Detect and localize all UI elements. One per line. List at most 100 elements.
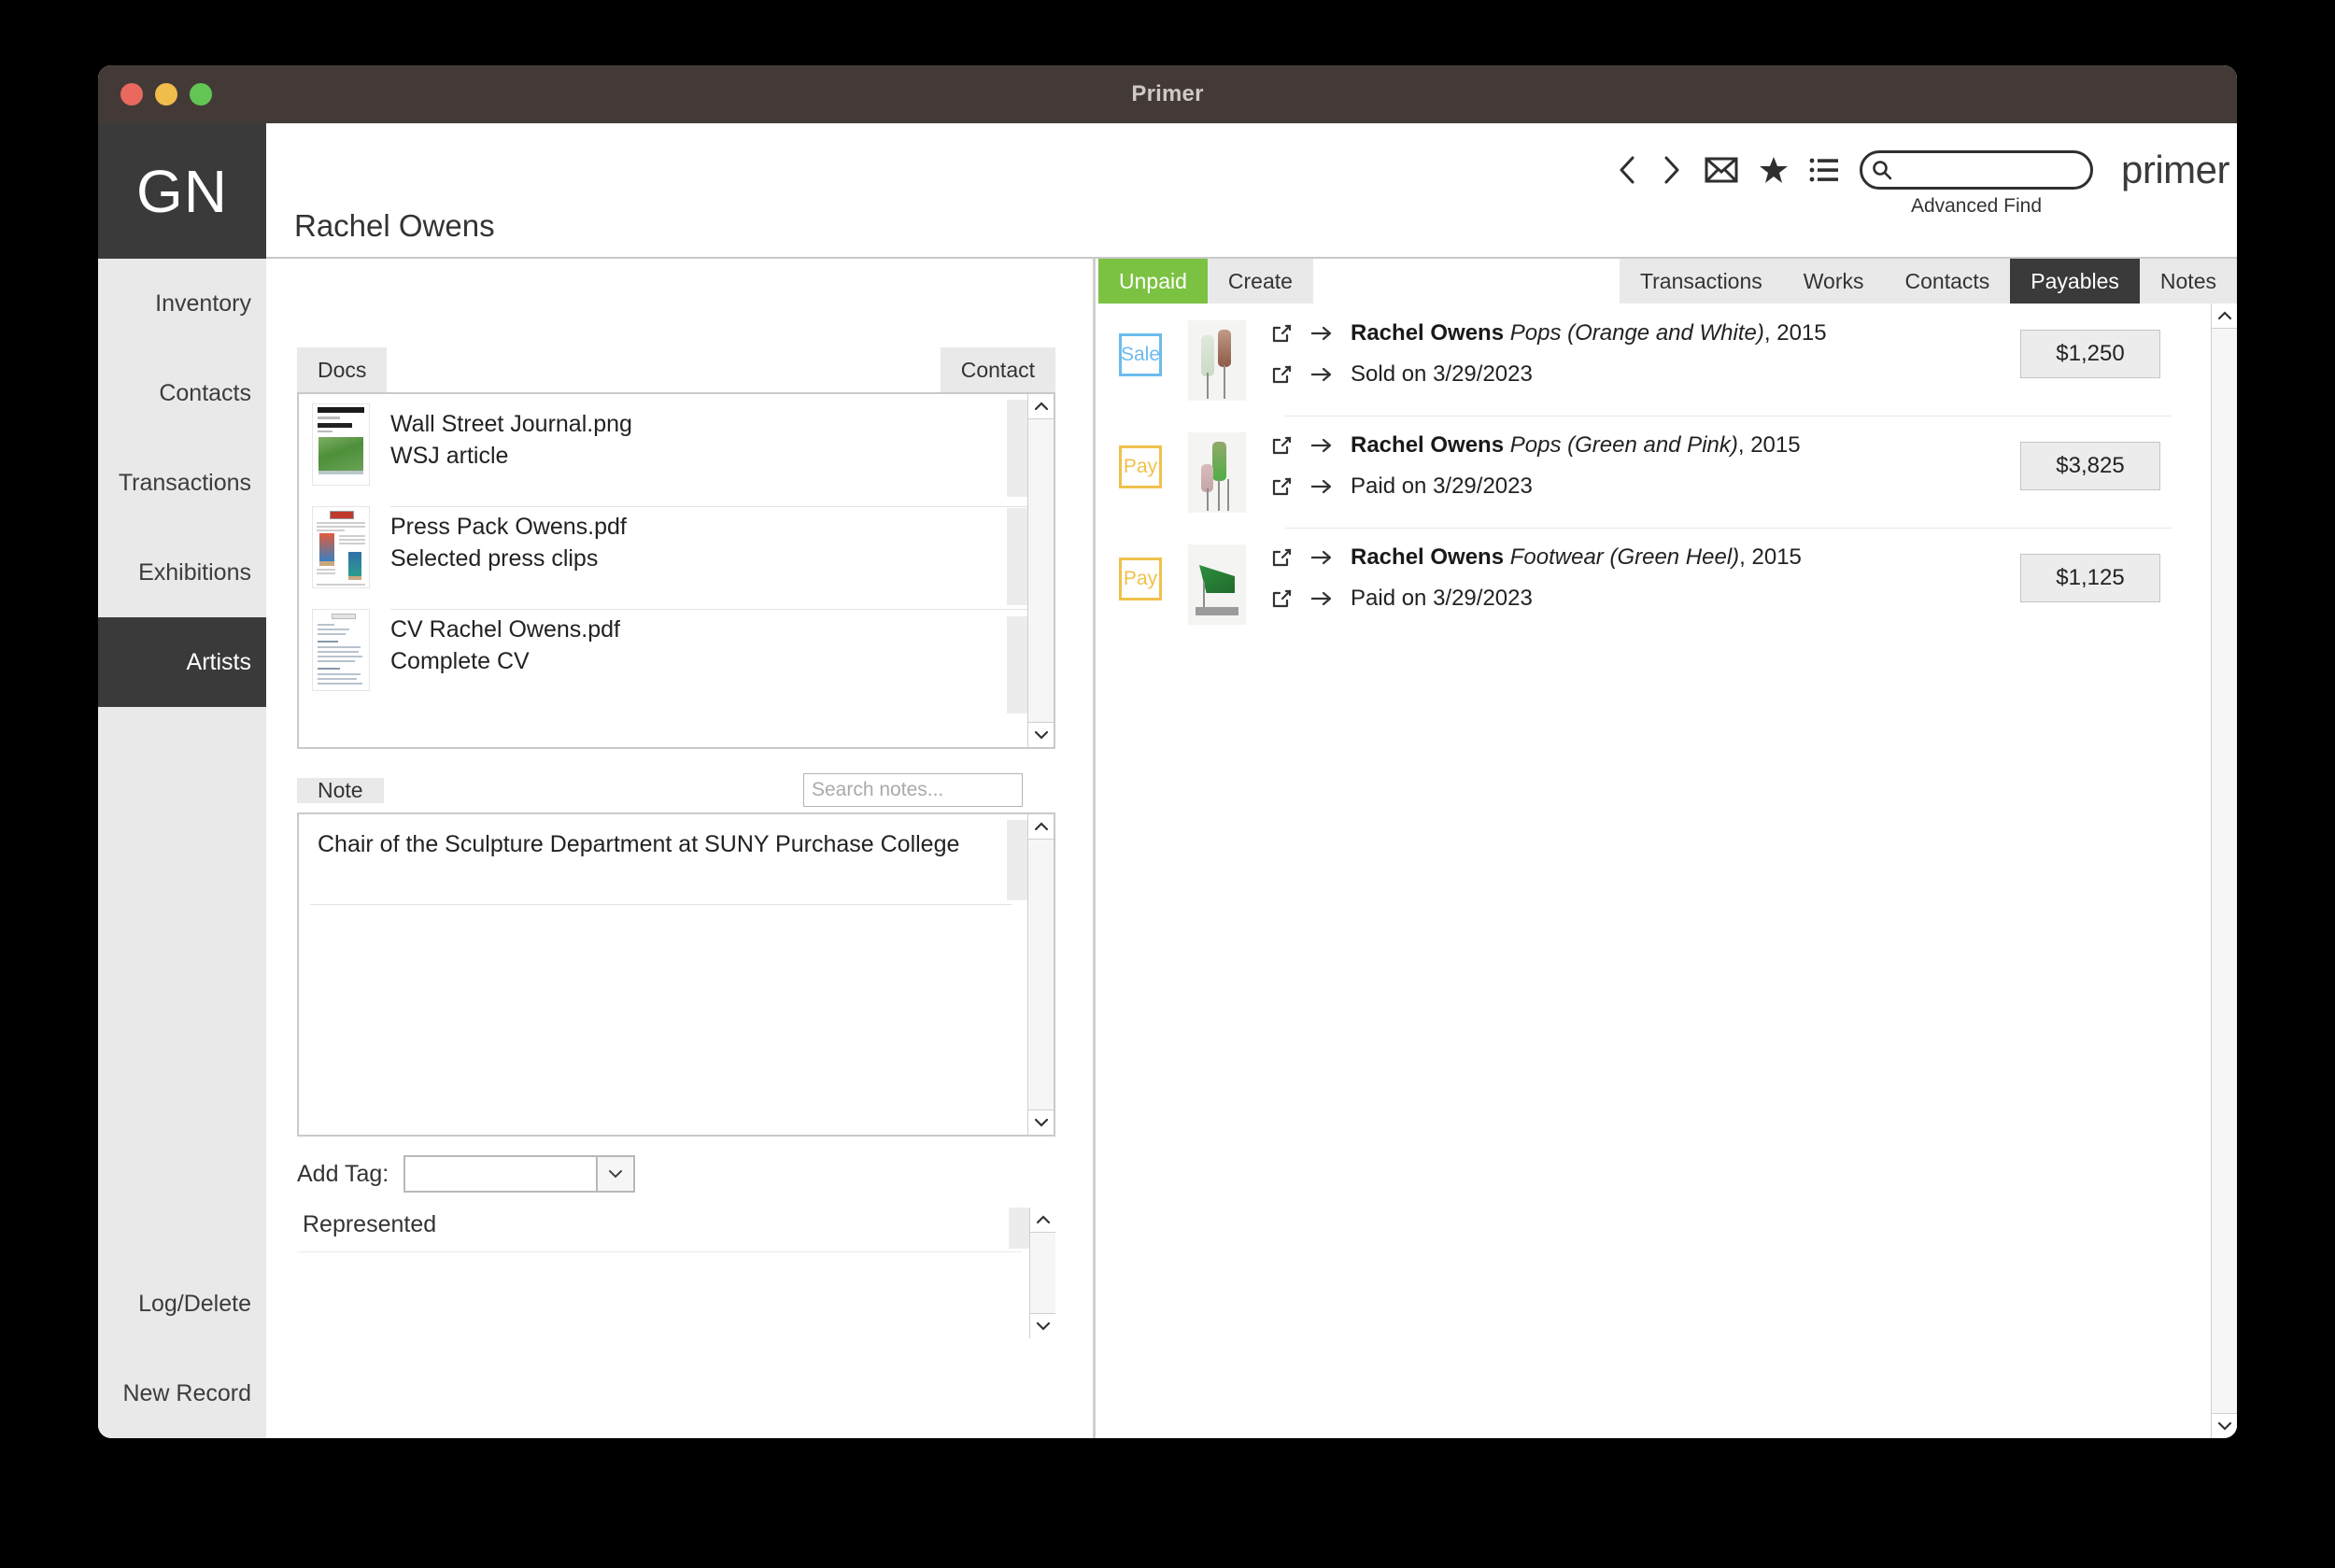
forward-chevron-icon[interactable] [1660,154,1684,186]
payable-work-line: Rachel Owens Footwear (Green Heel), 2015 [1351,544,1802,570]
note-divider [310,904,1012,905]
docs-panel: Docs Contact Wall Street Journal.png WSJ… [297,347,1055,749]
press-pack-thumb-icon [312,506,370,588]
external-link-icon[interactable] [1270,363,1293,386]
top-toolbar: Advanced Find primer [1615,148,2237,217]
note-scrollbar[interactable] [1027,814,1054,1135]
sidebar-item-label: Log/Delete [138,1290,251,1317]
tab-notes[interactable]: Notes [2139,259,2237,304]
record-header: Rachel Owens Advanced Find primer [266,123,2237,259]
scroll-down-icon[interactable] [1028,723,1054,747]
external-link-icon[interactable] [1270,546,1293,569]
right-arrow-icon [1309,436,1334,455]
sidebar-item-inventory[interactable]: Inventory [98,259,266,348]
right-arrow-icon [1309,589,1334,608]
sidebar-item-exhibitions[interactable]: Exhibitions [98,528,266,617]
app-window: Primer GN Inventory Contacts Transaction… [98,65,2237,1438]
add-tag-row: Add Tag: [297,1155,1055,1193]
sidebar-item-log-delete[interactable]: Log/Delete [98,1259,266,1349]
add-tag-select[interactable] [403,1155,636,1193]
scroll-down-icon[interactable] [1030,1314,1055,1338]
note-tabstrip: Note [297,768,1055,812]
tab-unpaid[interactable]: Unpaid [1098,259,1208,304]
external-link-icon[interactable] [1270,434,1293,457]
tab-notes-label: Notes [2159,268,2216,293]
status-badge: Sale [1119,333,1162,376]
add-tag-label: Add Tag: [297,1160,389,1187]
table-row[interactable]: Pay [1098,416,2209,528]
amount-field[interactable]: $3,825 [2020,442,2160,490]
status-badge-label: Sale [1120,344,1161,365]
tab-transactions-label: Transactions [1639,268,1762,293]
scroll-up-icon[interactable] [2212,304,2237,328]
artwork-thumbnail[interactable] [1188,544,1246,625]
list-item[interactable]: CV Rachel Owens.pdf Complete CV [299,600,1054,702]
star-icon[interactable] [1759,155,1789,185]
amount-value: $1,250 [2056,341,2125,366]
envelope-icon[interactable] [1705,156,1738,184]
tab-create[interactable]: Create [1207,259,1313,304]
docs-scrollbar[interactable] [1027,394,1054,747]
chevron-down-icon[interactable] [596,1157,634,1191]
amount-field[interactable]: $1,250 [2020,330,2160,378]
sidebar-item-new-record[interactable]: New Record [98,1349,266,1438]
back-chevron-icon[interactable] [1615,154,1639,186]
work-year: 2015 [1751,544,1802,570]
scroll-track[interactable] [1030,1232,1055,1314]
note-body[interactable]: Chair of the Sculpture Department at SUN… [297,812,1055,1137]
tab-docs[interactable]: Docs [297,347,388,392]
tab-contact[interactable]: Contact [940,347,1055,392]
scroll-down-icon[interactable] [1028,1110,1054,1135]
tab-contacts[interactable]: Contacts [1884,259,2011,304]
list-item[interactable]: Represented [297,1208,1022,1252]
list-item[interactable]: Press Pack Owens.pdf Selected press clip… [299,497,1054,600]
artwork-thumbnail[interactable] [1188,432,1246,513]
sidebar-item-transactions[interactable]: Transactions [98,438,266,528]
tab-works[interactable]: Works [1782,259,1885,304]
table-row[interactable]: Pay [1098,528,2209,640]
work-title: Pops (Orange and White) [1509,320,1764,346]
search-notes-input[interactable] [812,779,1022,801]
search-field[interactable] [1859,150,2093,190]
external-link-icon[interactable] [1270,322,1293,345]
status-badge: Pay [1119,445,1162,488]
tab-docs-label: Docs [318,357,367,382]
scroll-down-icon[interactable] [2212,1414,2237,1438]
scroll-up-icon[interactable] [1030,1208,1055,1232]
tab-transactions[interactable]: Transactions [1619,259,1783,304]
list-icon[interactable] [1809,157,1839,183]
external-link-icon[interactable] [1270,475,1293,498]
main-content: Docs Contact Wall Street Journal.png WSJ… [266,259,2237,1438]
status-badge-label: Pay [1123,456,1158,477]
search-input[interactable] [1897,159,2075,181]
window-titlebar: Primer [98,65,2237,123]
scroll-up-icon[interactable] [1028,394,1054,418]
sidebar-item-label: Contacts [159,379,251,406]
sidebar-item-contacts[interactable]: Contacts [98,348,266,438]
app-logo-text: GN [136,157,228,225]
search-icon [1873,161,1892,180]
note-search-field[interactable] [803,773,1023,807]
tab-note[interactable]: Note [297,777,384,803]
doc-title: CV Rachel Owens.pdf [390,616,620,643]
doc-subtitle: WSJ article [390,442,509,469]
tag-scrollbar[interactable] [1029,1208,1055,1338]
advanced-find-link[interactable]: Advanced Find [1860,195,2093,218]
scroll-track[interactable] [1028,839,1054,1110]
amount-field[interactable]: $1,125 [2020,554,2160,602]
list-item[interactable]: Wall Street Journal.png WSJ article [299,394,1054,497]
payable-status: Paid on 3/29/2023 [1351,473,1533,499]
scroll-track[interactable] [2212,328,2237,1414]
work-year: 2015 [1776,320,1827,346]
artist-name: Rachel Owens [1351,432,1505,458]
table-row[interactable]: Sale Rachel Owens Pops (Orange and White… [1098,304,2209,416]
amount-value: $1,125 [2056,565,2125,590]
tab-payables[interactable]: Payables [2010,259,2140,304]
scroll-track[interactable] [1028,418,1054,723]
right-arrow-icon [1309,477,1334,496]
artwork-thumbnail[interactable] [1188,320,1246,401]
payables-scrollbar[interactable] [2211,304,2237,1438]
sidebar-item-artists[interactable]: Artists [98,617,266,707]
scroll-up-icon[interactable] [1028,814,1054,839]
external-link-icon[interactable] [1270,587,1293,610]
